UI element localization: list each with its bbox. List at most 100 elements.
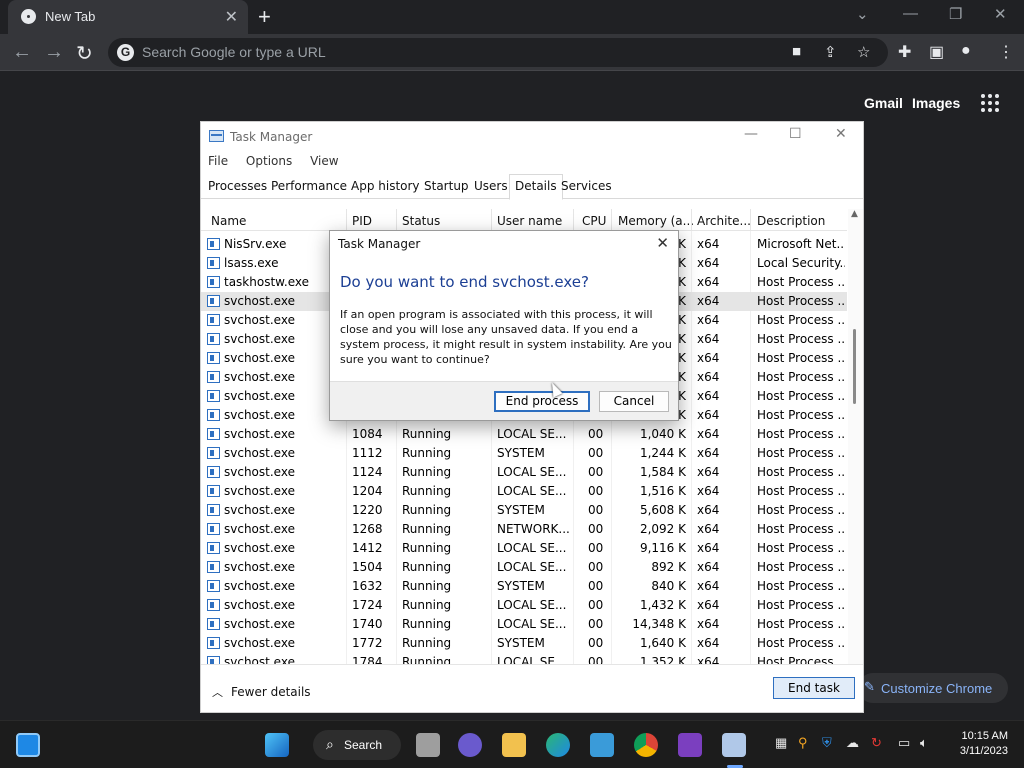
network-icon[interactable]: ▭ bbox=[898, 735, 910, 751]
dialog-close-icon[interactable]: ✕ bbox=[656, 234, 669, 252]
restore-icon[interactable]: ❐ bbox=[949, 5, 962, 23]
new-tab-icon[interactable]: + bbox=[258, 4, 271, 30]
process-memory: 14,348 K bbox=[632, 617, 686, 631]
tm-maximize-icon[interactable]: ☐ bbox=[789, 126, 802, 142]
share-icon[interactable]: ⇪ bbox=[824, 43, 837, 61]
tab-app-history[interactable]: App history bbox=[351, 179, 420, 193]
reload-icon[interactable]: ↻ bbox=[76, 41, 93, 66]
tab-services[interactable]: Services bbox=[561, 179, 612, 193]
close-window-icon[interactable]: ✕ bbox=[994, 5, 1007, 23]
tab-processes[interactable]: Processes bbox=[208, 179, 267, 193]
col-cpu[interactable]: CPU bbox=[582, 214, 606, 228]
process-icon bbox=[207, 637, 220, 649]
file-explorer-icon[interactable] bbox=[502, 733, 526, 757]
col-memory[interactable]: Memory (a... bbox=[618, 214, 694, 228]
customize-chrome-button[interactable]: ✎ Customize Chrome bbox=[858, 673, 1008, 703]
process-pid: 1412 bbox=[352, 541, 383, 555]
security-icon[interactable]: ⛨ bbox=[822, 735, 832, 751]
tray-app-icon[interactable]: ▦ bbox=[775, 735, 787, 751]
table-row[interactable]: svchost.exe 1724 Running LOCAL SE... 00 1,432… bbox=[201, 596, 847, 615]
scrollbar-thumb[interactable] bbox=[853, 329, 856, 404]
process-status: Running bbox=[402, 427, 452, 441]
update-icon[interactable]: ↻ bbox=[871, 735, 882, 751]
table-row[interactable]: svchost.exe 1204 Running LOCAL SE... 00 1,516… bbox=[201, 482, 847, 501]
browser-tab[interactable]: New Tab ✕ bbox=[8, 0, 248, 34]
side-panel-icon[interactable]: ▣ bbox=[929, 42, 944, 62]
profile-icon[interactable]: ● bbox=[961, 42, 971, 60]
process-name: svchost.exe bbox=[224, 427, 295, 441]
forward-icon[interactable]: → bbox=[44, 41, 64, 64]
table-row[interactable]: svchost.exe 1412 Running LOCAL SE... 00 9,116… bbox=[201, 539, 847, 558]
camera-icon[interactable]: ■ bbox=[792, 43, 801, 60]
clock[interactable]: 10:15 AM 3/11/2023 bbox=[948, 729, 1008, 759]
edge-icon[interactable] bbox=[546, 733, 570, 757]
table-row[interactable]: svchost.exe 1112 Running SYSTEM 00 1,244 K x64… bbox=[201, 444, 847, 463]
table-row[interactable]: svchost.exe 1084 Running LOCAL SE... 00 1,040… bbox=[201, 425, 847, 444]
address-bar[interactable]: G Search Google or type a URL ■ ⇪ ☆ bbox=[108, 38, 888, 67]
menu-view[interactable]: View bbox=[310, 154, 338, 168]
process-icon bbox=[207, 371, 220, 383]
tab-startup[interactable]: Startup bbox=[424, 179, 469, 193]
col-architecture[interactable]: Archite... bbox=[697, 214, 751, 228]
col-pid[interactable]: PID bbox=[352, 214, 372, 228]
teams-chat-icon[interactable] bbox=[458, 733, 482, 757]
menu-icon[interactable]: ⋮ bbox=[998, 42, 1014, 62]
scroll-up-icon[interactable]: ▲ bbox=[851, 209, 858, 219]
process-name: svchost.exe bbox=[224, 579, 295, 593]
minimize-icon[interactable]: — bbox=[903, 5, 918, 22]
end-process-button[interactable]: End process bbox=[494, 391, 590, 412]
cancel-button[interactable]: Cancel bbox=[599, 391, 669, 412]
extensions-icon[interactable]: ✚ bbox=[898, 42, 911, 62]
table-row[interactable]: svchost.exe 1268 Running NETWORK... 00 2,092 … bbox=[201, 520, 847, 539]
tab-search-icon[interactable]: ⌄ bbox=[856, 5, 869, 23]
process-cpu: 00 bbox=[588, 617, 604, 631]
process-description: Host Process ... bbox=[757, 655, 845, 664]
bookmark-star-icon[interactable]: ☆ bbox=[857, 43, 870, 61]
table-row[interactable]: svchost.exe 1632 Running SYSTEM 00 840 K x64 Ho… bbox=[201, 577, 847, 596]
menu-file[interactable]: File bbox=[208, 154, 228, 168]
gmail-link[interactable]: Gmail bbox=[864, 95, 903, 111]
tray-search-app-icon[interactable]: ⚲ bbox=[798, 735, 808, 751]
process-pid: 1112 bbox=[352, 446, 383, 460]
table-row[interactable]: svchost.exe 1220 Running SYSTEM 00 5,608 K x64… bbox=[201, 501, 847, 520]
process-name: svchost.exe bbox=[224, 617, 295, 631]
table-row[interactable]: svchost.exe 1784 Running LOCAL SE... 00 1,352… bbox=[201, 653, 847, 664]
start-icon[interactable] bbox=[265, 733, 289, 757]
process-name: svchost.exe bbox=[224, 541, 295, 555]
process-architecture: x64 bbox=[697, 484, 720, 498]
chrome-taskbar-icon[interactable] bbox=[634, 733, 658, 757]
taskbar-search[interactable]: ⌕ Search bbox=[313, 730, 401, 760]
col-user-name[interactable]: User name bbox=[497, 214, 562, 228]
process-user: SYSTEM bbox=[497, 446, 545, 460]
table-row[interactable]: svchost.exe 1772 Running SYSTEM 00 1,640 K x64… bbox=[201, 634, 847, 653]
dialog-question: Do you want to end svchost.exe? bbox=[340, 273, 589, 291]
tm-close-icon[interactable]: ✕ bbox=[835, 126, 847, 142]
col-description[interactable]: Description bbox=[757, 214, 825, 228]
images-link[interactable]: Images bbox=[912, 95, 960, 111]
tab-performance[interactable]: Performance bbox=[271, 179, 347, 193]
tab-details[interactable]: Details bbox=[509, 174, 563, 200]
col-status[interactable]: Status bbox=[402, 214, 440, 228]
apps-grid-icon[interactable] bbox=[981, 94, 999, 112]
menu-options[interactable]: Options bbox=[246, 154, 292, 168]
task-view-icon[interactable] bbox=[416, 733, 440, 757]
volume-icon[interactable]: 🔈︎ bbox=[920, 735, 928, 751]
show-desktop-widget-icon[interactable] bbox=[16, 733, 40, 757]
process-description: Host Process ... bbox=[757, 617, 845, 631]
table-row[interactable]: svchost.exe 1124 Running LOCAL SE... 00 1,584… bbox=[201, 463, 847, 482]
store-icon[interactable] bbox=[590, 733, 614, 757]
tm-minimize-icon[interactable]: — bbox=[744, 126, 758, 142]
tab-users[interactable]: Users bbox=[474, 179, 508, 193]
vertical-scrollbar[interactable]: ▲ bbox=[848, 209, 863, 664]
close-tab-icon[interactable]: ✕ bbox=[225, 7, 238, 27]
end-task-button[interactable]: End task bbox=[773, 677, 855, 699]
back-icon[interactable]: ← bbox=[12, 41, 32, 64]
onedrive-icon[interactable]: ☁ bbox=[846, 735, 859, 751]
visual-studio-icon[interactable] bbox=[678, 733, 702, 757]
task-manager-taskbar-icon[interactable] bbox=[722, 733, 746, 757]
fewer-details-button[interactable]: ︿ Fewer details bbox=[212, 684, 311, 700]
col-name[interactable]: Name bbox=[211, 214, 246, 228]
table-row[interactable]: svchost.exe 1740 Running LOCAL SE... 00 14,34… bbox=[201, 615, 847, 634]
process-status: Running bbox=[402, 503, 452, 517]
table-row[interactable]: svchost.exe 1504 Running LOCAL SE... 00 892 K… bbox=[201, 558, 847, 577]
